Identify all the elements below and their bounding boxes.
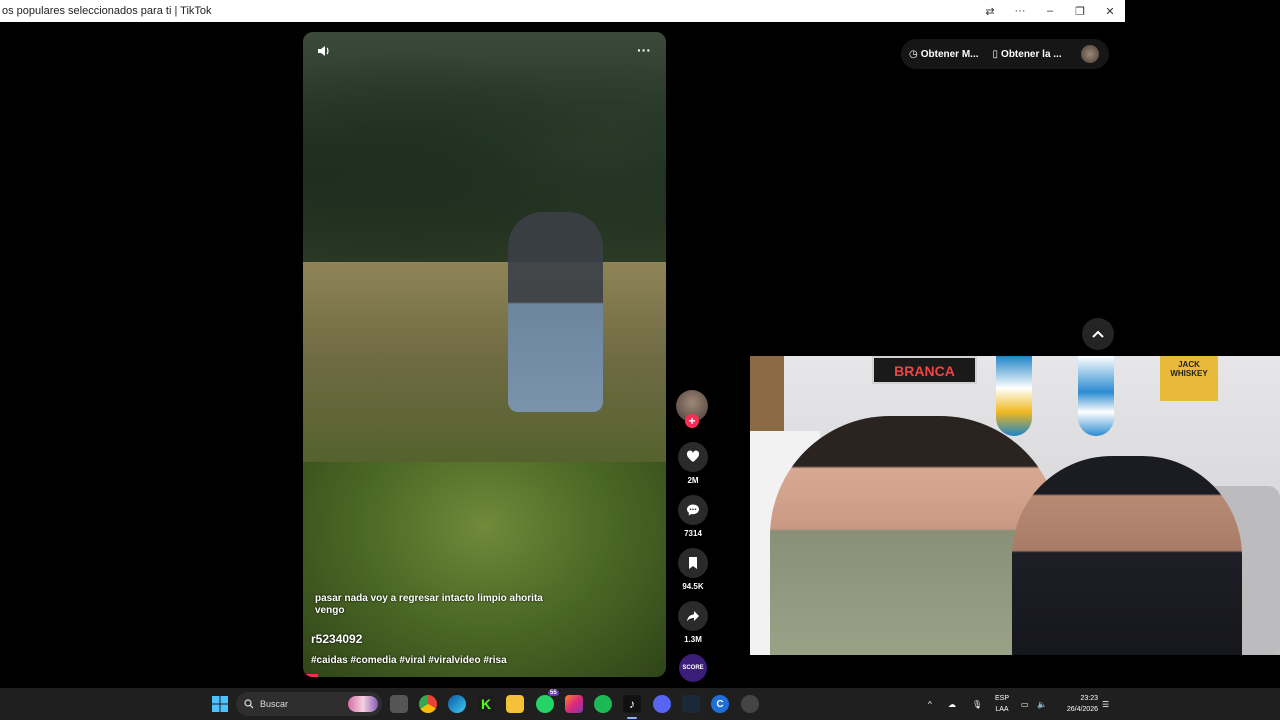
video-player[interactable]: ··· pasar nada voy a regresar intacto li… xyxy=(303,32,666,677)
get-app-label-2: Obtener la ... xyxy=(1001,48,1062,60)
tiktok-active-indicator xyxy=(627,717,637,719)
like-action: 2M xyxy=(676,442,710,485)
video-more-icon[interactable]: ··· xyxy=(637,42,651,58)
phone-icon: ▯ xyxy=(992,48,999,60)
video-frame-trees xyxy=(303,32,666,262)
restore-button[interactable]: ❐ xyxy=(1065,0,1095,22)
app-c-icon[interactable]: C xyxy=(711,695,729,713)
more-options-icon[interactable]: ··· xyxy=(1005,0,1035,22)
search-icon xyxy=(244,699,254,709)
profile-avatar[interactable] xyxy=(1081,45,1099,63)
comment-count: 7314 xyxy=(684,529,702,538)
window-title: os populares seleccionados para ti | Tik… xyxy=(2,5,212,17)
creator-avatar-wrap[interactable]: + xyxy=(676,390,708,428)
save-count: 94.5K xyxy=(682,582,704,591)
steam-icon[interactable] xyxy=(682,695,700,713)
volume-tray-icon[interactable]: 🔈 xyxy=(1037,688,1047,720)
like-count: 2M xyxy=(687,476,699,485)
taskbar: Buscar K 55 ♪ C ^ ☁ 🎙 ESP LAA ▭ 🔈 23:23 … xyxy=(0,688,1280,720)
video-username[interactable]: r5234092 xyxy=(311,632,362,646)
language-line-1: ESP xyxy=(994,695,1009,702)
video-caption: pasar nada voy a regresar intacto limpio… xyxy=(315,593,543,616)
settings-gear-icon[interactable] xyxy=(741,695,759,713)
video-progress-bar[interactable] xyxy=(303,674,318,677)
webcam-skateboard-1 xyxy=(996,356,1032,436)
kick-icon[interactable]: K xyxy=(477,695,495,713)
language-line-2: LAA xyxy=(995,706,1009,713)
video-actions: + 2M 7314 94.5K 1.3M SCORE xyxy=(676,390,710,682)
get-app-button-2[interactable]: ▯ Obtener la ... xyxy=(993,49,1062,60)
window-titlebar: os populares seleccionados para ti | Tik… xyxy=(0,0,1125,22)
save-action: 94.5K xyxy=(676,548,710,591)
video-frame-person xyxy=(508,212,603,412)
tray-chevron-up-icon[interactable]: ^ xyxy=(928,688,932,720)
heart-icon xyxy=(686,450,700,462)
taskbar-search[interactable]: Buscar xyxy=(236,692,382,716)
chevron-up-icon xyxy=(1092,330,1104,338)
webcam-overlay: BRANCA JACK WHISKEY xyxy=(750,356,1280,655)
previous-video-button[interactable] xyxy=(1082,318,1114,350)
window-controls: ⇄ ··· – ❐ ✕ xyxy=(975,0,1125,22)
chrome-icon[interactable] xyxy=(419,695,437,713)
get-app-label-1: Obtener M... xyxy=(920,48,979,60)
share-icon xyxy=(687,611,699,622)
video-hashtags[interactable]: #caidas #comedia #viral #viralvideo #ris… xyxy=(311,655,507,666)
whatsapp-icon[interactable]: 55 xyxy=(536,690,559,713)
share-action: 1.3M xyxy=(676,601,710,644)
webcam-frame-decor xyxy=(750,356,784,431)
network-icon[interactable]: ▭ xyxy=(1021,688,1029,720)
titlebar-right-strip xyxy=(1125,0,1280,22)
translate-icon[interactable]: ⇄ xyxy=(975,0,1005,22)
cloud-icon[interactable]: ☁ xyxy=(948,688,956,720)
task-view-icon[interactable] xyxy=(390,695,408,713)
search-placeholder: Buscar xyxy=(260,699,289,709)
minimize-button[interactable]: – xyxy=(1035,0,1065,22)
volume-icon[interactable] xyxy=(317,44,331,61)
get-app-bar: ◷ Obtener M... ▯ Obtener la ... xyxy=(901,39,1109,69)
follow-plus-icon[interactable]: + xyxy=(685,414,699,428)
tiktok-icon[interactable]: ♪ xyxy=(623,695,641,713)
share-count: 1.3M xyxy=(684,635,702,644)
comment-button[interactable] xyxy=(678,495,708,525)
comment-icon xyxy=(687,504,699,516)
spotify-icon[interactable] xyxy=(594,695,612,713)
close-button[interactable]: ✕ xyxy=(1095,0,1125,22)
clock-time: 23:23 xyxy=(1080,695,1098,702)
music-disc[interactable]: SCORE xyxy=(679,654,707,682)
language-indicator[interactable]: ESP LAA xyxy=(992,693,1012,715)
bookmark-icon xyxy=(689,557,697,569)
discord-icon[interactable] xyxy=(653,695,671,713)
get-app-button-1[interactable]: ◷ Obtener M... xyxy=(909,49,979,60)
clock-date: 26/4/2026 xyxy=(1066,706,1098,713)
edge-icon[interactable] xyxy=(448,695,466,713)
share-button[interactable] xyxy=(678,601,708,631)
search-highlight-icon xyxy=(348,696,378,712)
taskbar-clock[interactable]: 23:23 26/4/2026 xyxy=(1058,693,1098,715)
app-icon: ◷ xyxy=(909,48,918,60)
video-frame-field xyxy=(303,262,666,462)
folder-icon[interactable] xyxy=(506,695,524,713)
webcam-person-right xyxy=(1012,456,1242,655)
comment-action: 7314 xyxy=(676,495,710,538)
save-button[interactable] xyxy=(678,548,708,578)
whatsapp-badge: 55 xyxy=(548,690,559,696)
webcam-sign-right: JACK WHISKEY xyxy=(1160,356,1218,401)
webcam-skateboard-2 xyxy=(1078,356,1114,436)
notification-icon[interactable]: ☰ xyxy=(1102,688,1109,720)
windows-start-icon[interactable] xyxy=(211,695,229,713)
webcam-sign-left: BRANCA xyxy=(872,356,977,384)
microphone-icon[interactable]: 🎙 xyxy=(972,688,982,720)
instagram-icon[interactable] xyxy=(565,695,583,713)
like-button[interactable] xyxy=(678,442,708,472)
